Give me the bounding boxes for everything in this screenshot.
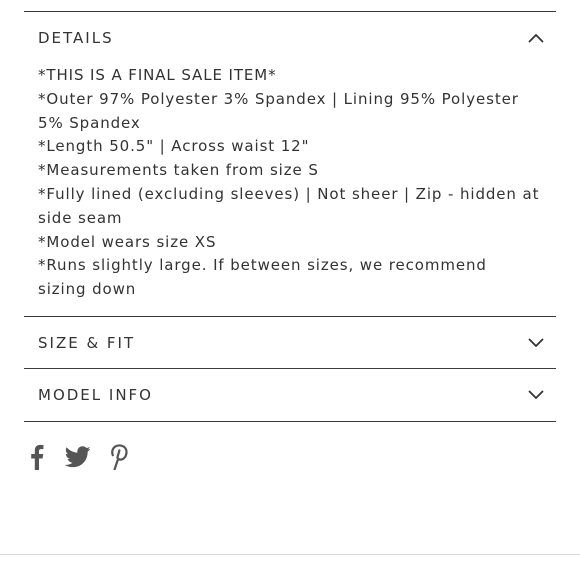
twitter-icon[interactable]	[64, 440, 92, 474]
details-line: side seam	[38, 208, 123, 227]
divider	[24, 421, 556, 422]
details-line: *Length 50.5" | Across waist 12"	[38, 137, 310, 156]
details-line: *Measurements taken from size S	[38, 161, 319, 180]
size-fit-header[interactable]: SIZE & FIT	[24, 318, 556, 368]
details-header[interactable]: DETAILS	[24, 13, 556, 63]
facebook-icon[interactable]	[24, 440, 50, 474]
details-line: *Runs slightly large. If between sizes, …	[38, 256, 487, 275]
details-line: sizing down	[38, 280, 137, 299]
details-line: 5% Spandex	[38, 113, 141, 132]
chevron-down-icon[interactable]	[524, 383, 548, 407]
model-info-title: MODEL INFO	[38, 386, 153, 404]
model-info-header[interactable]: MODEL INFO	[24, 370, 556, 420]
details-line: *THIS IS A FINAL SALE ITEM*	[38, 66, 277, 84]
chevron-down-icon[interactable]	[524, 331, 548, 355]
details-line: *Outer 97% Polyester 3% Spandex | Lining…	[38, 89, 519, 108]
footer-divider	[0, 554, 580, 555]
divider	[24, 368, 556, 369]
details-title: DETAILS	[38, 29, 114, 47]
details-line: *Model wears size XS	[38, 232, 217, 251]
details-line: *Fully lined (excluding sleeves) | Not s…	[38, 184, 540, 203]
divider	[24, 316, 556, 317]
social-share	[24, 440, 132, 474]
divider	[24, 11, 556, 12]
chevron-up-icon[interactable]	[524, 26, 548, 50]
size-fit-title: SIZE & FIT	[38, 334, 136, 352]
pinterest-icon[interactable]	[106, 440, 132, 474]
details-content: *THIS IS A FINAL SALE ITEM* *Outer 97% P…	[38, 64, 546, 302]
